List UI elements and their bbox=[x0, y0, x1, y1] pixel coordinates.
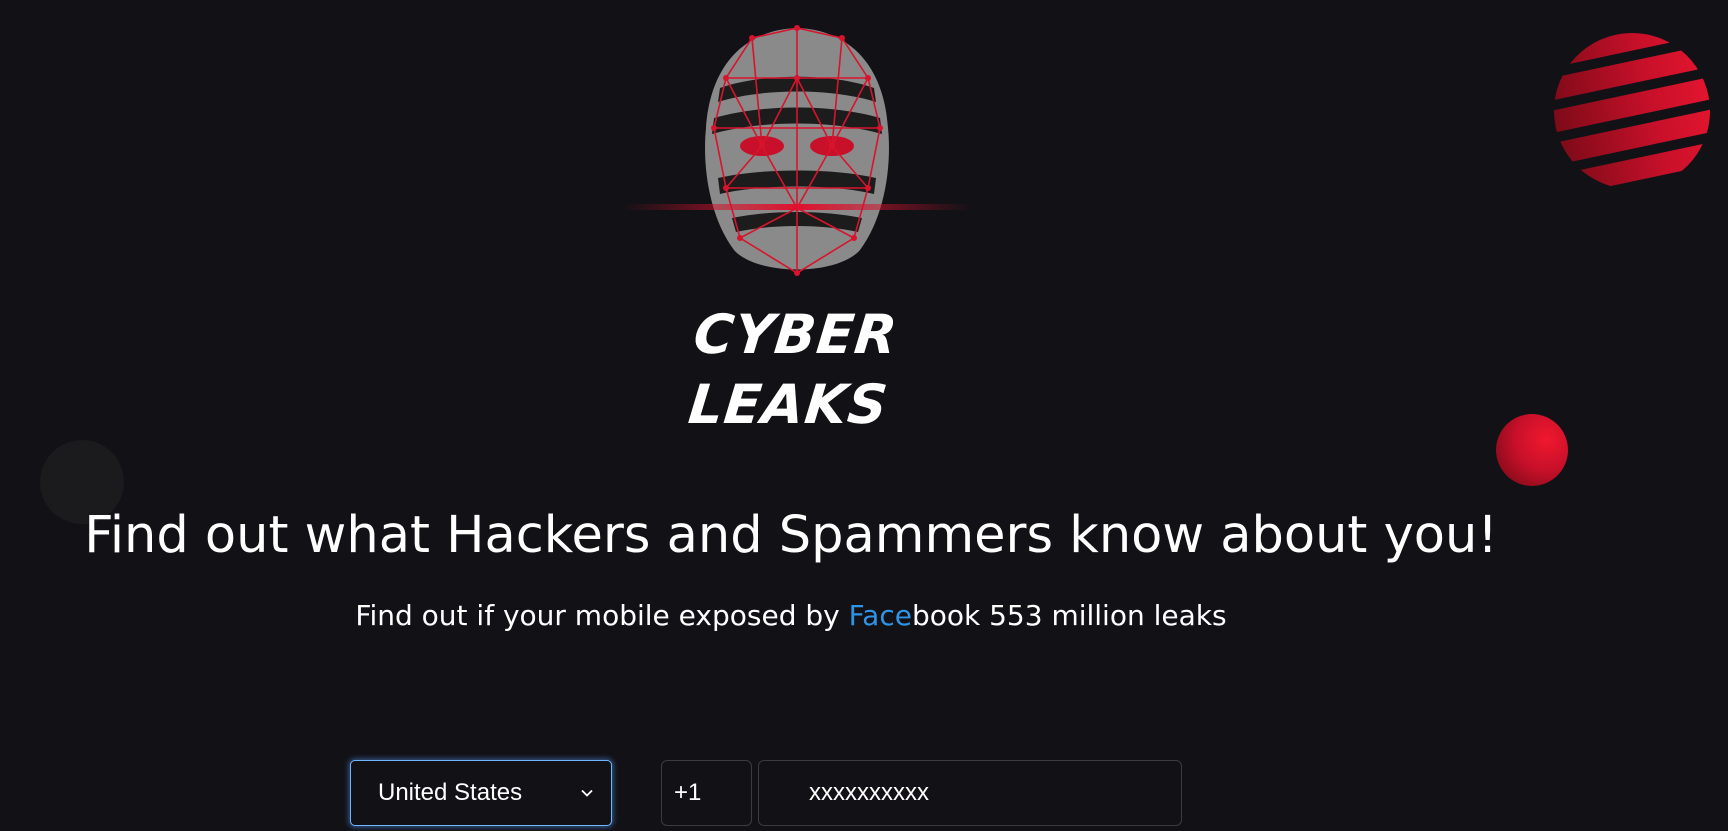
subline-suffix: 553 million leaks bbox=[980, 599, 1227, 632]
hero-subline: Find out if your mobile exposed by Faceb… bbox=[0, 594, 1582, 638]
landing-page: CYBER LEAKS Find out what Hackers and Sp… bbox=[0, 0, 1728, 831]
decorative-striped-sphere bbox=[1548, 32, 1716, 190]
phone-number-input[interactable] bbox=[758, 760, 1182, 826]
country-select[interactable]: United States bbox=[350, 760, 612, 826]
subline-brand-highlight: Face bbox=[848, 599, 912, 632]
subline-brand-rest: book bbox=[911, 599, 981, 632]
brand-wordmark: CYBER LEAKS bbox=[685, 303, 901, 436]
chevron-down-icon bbox=[581, 789, 593, 797]
hacker-mask-face-mesh-icon bbox=[622, 25, 972, 276]
subline-prefix: Find out if your mobile exposed by bbox=[355, 599, 849, 632]
hero-headline: Find out what Hackers and Spammers know … bbox=[84, 506, 1498, 565]
decorative-red-sphere bbox=[1496, 414, 1568, 486]
dial-code-field[interactable]: +1 bbox=[661, 760, 752, 826]
country-select-value: United States bbox=[378, 779, 523, 806]
